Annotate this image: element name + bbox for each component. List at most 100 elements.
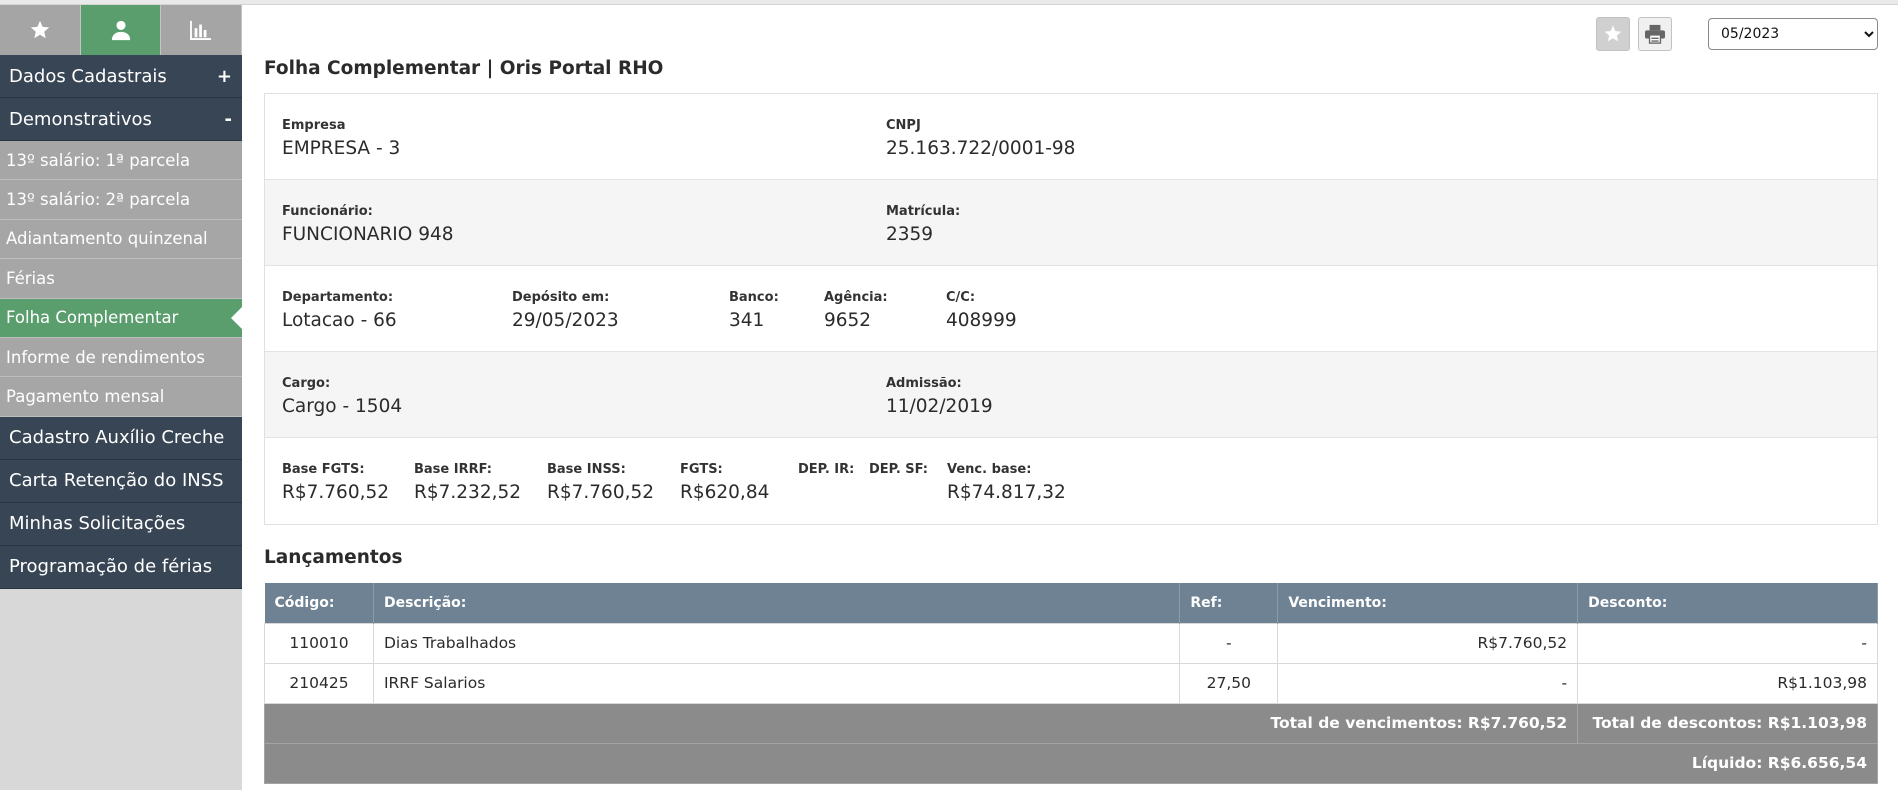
liquido-row: Líquido: R$6.656,54	[264, 742, 1878, 784]
info-row-bases: Base FGTS: R$7.760,52 Base IRRF: R$7.232…	[265, 438, 1877, 524]
field-value: Lotacao - 66	[282, 310, 397, 331]
section-label: Carta Retenção do INSS	[9, 470, 224, 492]
tab-profile[interactable]	[80, 5, 162, 55]
field-base-inss: Base INSS: R$7.760,52	[547, 462, 654, 503]
field-base-irrf: Base IRRF: R$7.232,52	[414, 462, 521, 503]
main-content: 05/2023 Folha Complementar | Oris Portal…	[263, 5, 1878, 790]
sidebar-item-13-salario-2[interactable]: 13º salário: 2ª parcela	[0, 180, 242, 220]
total-vencimentos: Total de vencimentos: R$7.760,52	[263, 702, 1579, 744]
info-row-cargo: Cargo: Cargo - 1504 Admissão: 11/02/2019	[265, 352, 1877, 438]
page-title: Folha Complementar | Oris Portal RHO	[264, 58, 664, 79]
field-value: 408999	[946, 310, 1017, 331]
tab-reports[interactable]	[161, 5, 243, 55]
field-dep-sf: DEP. SF:	[869, 462, 928, 482]
sidebar-item-informe-rendimentos[interactable]: Informe de rendimentos	[0, 337, 242, 378]
info-row-empresa: Empresa EMPRESA - 3 CNPJ 25.163.722/0001…	[265, 94, 1877, 180]
star-icon	[1604, 25, 1622, 42]
field-conta-corrente: C/C: 408999	[946, 290, 1017, 331]
favorite-button[interactable]	[1596, 17, 1630, 51]
sidebar-item-13-salario-1[interactable]: 13º salário: 1ª parcela	[0, 141, 242, 181]
chart-icon	[190, 20, 212, 40]
field-value: R$7.232,52	[414, 482, 522, 503]
table-header-row: Código: Descrição: Ref: Vencimento: Desc…	[264, 583, 1878, 623]
field-departamento: Departamento: Lotacao - 66	[282, 290, 397, 331]
field-label: DEP. SF:	[869, 462, 929, 477]
field-value: FUNCIONARIO 948	[282, 224, 454, 245]
field-label: Departamento:	[282, 290, 394, 305]
section-programacao-ferias[interactable]: Programação de férias	[0, 545, 242, 589]
toolbar: 05/2023	[1596, 17, 1878, 51]
sidebar-item-adiantamento[interactable]: Adiantamento quinzenal	[0, 219, 242, 260]
collapse-icon: -	[224, 108, 232, 130]
liquido-value: Líquido: R$6.656,54	[264, 742, 1878, 784]
field-value: EMPRESA - 3	[282, 138, 401, 159]
table-row: 210425 IRRF Salarios 27,50 - R$1.103,98	[264, 662, 1878, 704]
field-value: R$7.760,52	[547, 482, 655, 503]
month-select[interactable]: 05/2023	[1708, 18, 1878, 50]
field-agencia: Agência: 9652	[824, 290, 888, 331]
section-carta-retencao-inss[interactable]: Carta Retenção do INSS	[0, 459, 242, 503]
header-desconto: Desconto:	[1577, 583, 1878, 623]
section-label: Minhas Solicitações	[9, 513, 186, 535]
section-label: Demonstrativos	[9, 108, 152, 130]
cell-vencimento: -	[1277, 662, 1579, 704]
field-label: Cargo:	[282, 376, 331, 391]
expand-icon: +	[216, 65, 232, 87]
field-label: Agência:	[824, 290, 888, 305]
cell-codigo: 110010	[264, 622, 374, 664]
field-value: Cargo - 1504	[282, 396, 403, 417]
field-label: Admissão:	[886, 376, 962, 391]
field-label: Empresa	[282, 118, 346, 133]
field-funcionario: Funcionário: FUNCIONARIO 948	[282, 204, 454, 245]
field-label: Depósito em:	[512, 290, 610, 305]
field-value: 341	[729, 310, 765, 331]
lancamentos-table: Código: Descrição: Ref: Vencimento: Desc…	[263, 583, 1878, 784]
header-descricao: Descrição:	[373, 583, 1181, 623]
field-cargo: Cargo: Cargo - 1504	[282, 376, 402, 417]
info-row-funcionario: Funcionário: FUNCIONARIO 948 Matrícula: …	[265, 180, 1877, 266]
header-vencimento: Vencimento:	[1277, 583, 1579, 623]
field-label: Matrícula:	[886, 204, 961, 219]
sidebar-item-ferias[interactable]: Férias	[0, 259, 242, 299]
sidebar-tabbar	[0, 5, 243, 55]
total-descontos: Total de descontos: R$1.103,98	[1577, 702, 1878, 744]
field-label: Base IRRF:	[414, 462, 492, 477]
cell-descricao: IRRF Salarios	[372, 662, 1181, 704]
field-label: Base INSS:	[547, 462, 626, 477]
field-label: Base FGTS:	[282, 462, 365, 477]
section-dados-cadastrais[interactable]: Dados Cadastrais +	[0, 55, 242, 98]
star-icon	[30, 20, 49, 39]
info-row-departamento: Departamento: Lotacao - 66 Depósito em: …	[265, 266, 1877, 352]
cell-ref: 27,50	[1179, 662, 1279, 704]
tab-favorites[interactable]	[0, 5, 81, 55]
field-label: CNPJ	[886, 118, 921, 133]
cell-vencimento: R$7.760,52	[1277, 622, 1579, 664]
field-dep-ir: DEP. IR:	[798, 462, 854, 482]
field-empresa: Empresa EMPRESA - 3	[282, 118, 400, 159]
section-minhas-solicitacoes[interactable]: Minhas Solicitações	[0, 502, 242, 546]
field-base-fgts: Base FGTS: R$7.760,52	[282, 462, 389, 503]
cell-desconto: -	[1577, 622, 1878, 664]
lancamentos-title: Lançamentos	[264, 547, 403, 568]
section-cadastro-auxilio-creche[interactable]: Cadastro Auxílio Creche	[0, 416, 242, 460]
field-admissao: Admissão: 11/02/2019	[886, 376, 993, 417]
cell-descricao: Dias Trabalhados	[372, 622, 1181, 664]
sidebar: Dados Cadastrais + Demonstrativos - 13º …	[0, 5, 243, 790]
section-label: Programação de férias	[9, 556, 213, 578]
field-banco: Banco: 341	[729, 290, 779, 331]
sidebar-item-folha-complementar[interactable]: Folha Complementar	[0, 298, 242, 338]
field-value: 11/02/2019	[886, 396, 993, 417]
sidebar-item-pagamento-mensal[interactable]: Pagamento mensal	[0, 377, 242, 417]
field-matricula: Matrícula: 2359	[886, 204, 960, 245]
field-value: 29/05/2023	[512, 310, 619, 331]
header-codigo: Código:	[264, 583, 374, 623]
section-demonstrativos[interactable]: Demonstrativos -	[0, 98, 242, 141]
print-button[interactable]	[1638, 17, 1672, 51]
field-label: Funcionário:	[282, 204, 373, 219]
cell-codigo: 210425	[264, 662, 374, 704]
section-label: Dados Cadastrais	[9, 65, 167, 87]
section-label: Cadastro Auxílio Creche	[9, 427, 225, 449]
printer-icon	[1645, 24, 1665, 44]
field-fgts: FGTS: R$620,84	[680, 462, 769, 503]
field-label: C/C:	[946, 290, 976, 305]
